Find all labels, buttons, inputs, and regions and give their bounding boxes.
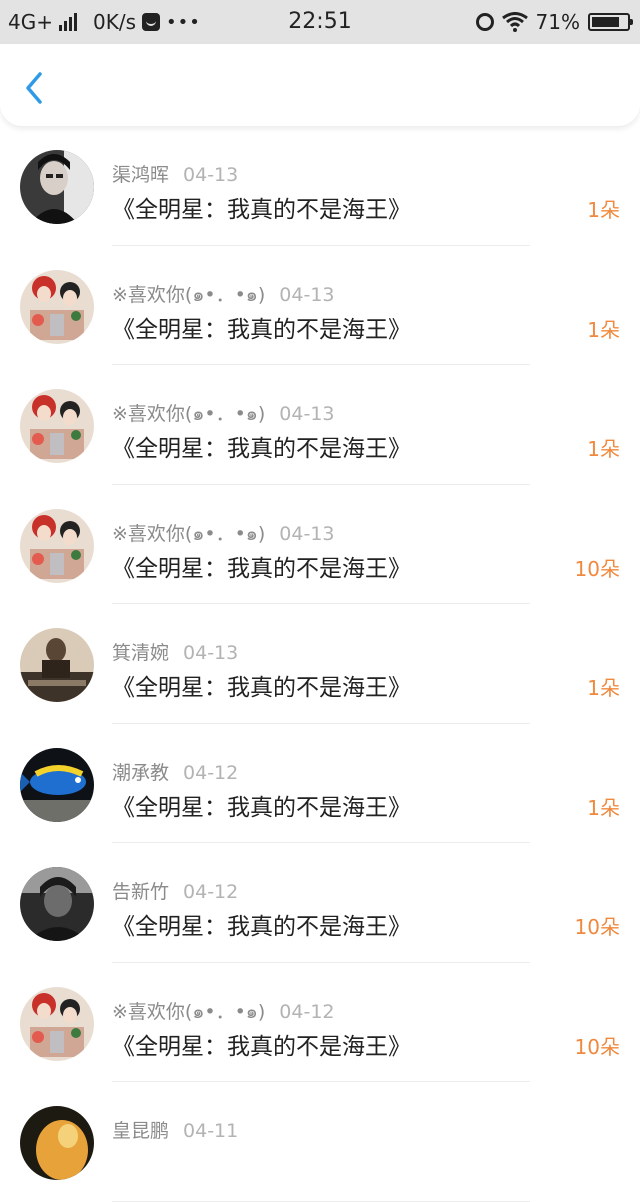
book-title: 《全明星：我真的不是海王》 <box>112 1033 411 1060</box>
name-line: ※喜欢你(๑•．•๑) 04-12 <box>112 997 335 1027</box>
status-right: 71% <box>475 10 633 34</box>
name-line: ※喜欢你(๑•．•๑) 04-13 <box>112 280 335 310</box>
user-name: 箕清婉 <box>112 642 170 664</box>
name-line: 皇昆鹏 04-11 <box>112 1116 238 1143</box>
user-name: ※喜欢你(๑•．•๑) <box>112 283 266 306</box>
flower-count: 1朵 <box>587 437 620 461</box>
list-item[interactable]: 告新竹 04-12 《全明星：我真的不是海王》 10朵 <box>0 843 640 963</box>
list-item[interactable]: 渠鸿晖 04-13 《全明星：我真的不是海王》 1朵 <box>0 126 640 246</box>
post-date: 04-13 <box>279 283 335 306</box>
post-date: 04-13 <box>183 164 239 186</box>
back-button[interactable] <box>18 68 52 108</box>
list-item[interactable]: ※喜欢你(๑•．•๑) 04-12 《全明星：我真的不是海王》 10朵 <box>0 963 640 1082</box>
chevron-left-icon <box>26 72 42 104</box>
user-name: ※喜欢你(๑•．•๑) <box>112 1000 266 1023</box>
post-date: 04-13 <box>183 642 239 664</box>
user-name: ※喜欢你(๑•．•๑) <box>112 403 266 425</box>
status-bar: 4G+ 0K/s ••• 22:51 71% <box>0 0 640 44</box>
list-item[interactable]: ※喜欢你(๑•．•๑) 04-13 《全明星：我真的不是海王》 10朵 <box>0 485 640 604</box>
user-name: ※喜欢你(๑•．•๑) <box>112 522 266 545</box>
flower-count: 1朵 <box>587 676 620 700</box>
book-title: 《全明星：我真的不是海王》 <box>112 436 411 462</box>
book-title: 《全明星：我真的不是海王》 <box>112 555 411 582</box>
avatar[interactable] <box>20 628 94 702</box>
battery-percent: 71% <box>535 10 580 34</box>
post-date: 04-12 <box>279 1000 335 1023</box>
avatar[interactable] <box>20 986 94 1061</box>
user-name: 皇昆鹏 <box>112 1120 170 1142</box>
avatar[interactable] <box>20 389 94 463</box>
name-line: ※喜欢你(๑•．•๑) 04-13 <box>112 519 335 549</box>
flower-count: 10朵 <box>574 915 620 939</box>
name-line: 告新竹 04-12 <box>112 877 238 904</box>
flower-count: 1朵 <box>587 198 620 222</box>
name-line: 渠鸿晖 04-13 <box>112 160 238 187</box>
avatar[interactable] <box>20 150 94 224</box>
avatar[interactable] <box>20 867 94 941</box>
list-item[interactable]: ※喜欢你(๑•．•๑) 04-13 《全明星：我真的不是海王》 1朵 <box>0 246 640 365</box>
post-date: 04-12 <box>183 881 239 903</box>
wifi-icon <box>501 12 528 32</box>
book-title: 《全明星：我真的不是海王》 <box>112 316 411 343</box>
book-title: 《全明星：我真的不是海王》 <box>112 914 411 940</box>
book-title: 《全明星：我真的不是海王》 <box>112 197 411 223</box>
nav-bar <box>0 44 640 126</box>
post-date: 04-13 <box>279 522 335 545</box>
user-name: 潮承教 <box>112 761 170 784</box>
list-item[interactable]: 皇昆鹏 04-11 <box>0 1082 640 1202</box>
avatar[interactable] <box>20 747 94 822</box>
divider <box>112 1200 530 1202</box>
user-name: 渠鸿晖 <box>112 164 170 186</box>
flower-count: 10朵 <box>574 1034 620 1059</box>
avatar[interactable] <box>20 1106 94 1180</box>
battery-icon <box>588 13 633 31</box>
gift-record-list: 渠鸿晖 04-13 《全明星：我真的不是海王》 1朵 ※喜欢你(๑•．•๑) 04-… <box>0 126 640 1202</box>
book-title: 《全明星：我真的不是海王》 <box>112 794 411 821</box>
avatar[interactable] <box>20 508 94 583</box>
alarm-icon <box>475 13 494 31</box>
list-item[interactable]: 箕清婉 04-13 《全明星：我真的不是海王》 1朵 <box>0 604 640 724</box>
name-line: 箕清婉 04-13 <box>112 638 238 665</box>
post-date: 04-12 <box>183 761 239 784</box>
flower-count: 10朵 <box>574 556 620 581</box>
avatar[interactable] <box>20 269 94 344</box>
flower-count: 1朵 <box>587 795 620 820</box>
name-line: ※喜欢你(๑•．•๑) 04-13 <box>112 399 335 429</box>
list-item[interactable]: ※喜欢你(๑•．•๑) 04-13 《全明星：我真的不是海王》 1朵 <box>0 365 640 485</box>
flower-count: 1朵 <box>587 317 620 342</box>
list-item[interactable]: 潮承教 04-12 《全明星：我真的不是海王》 1朵 <box>0 724 640 843</box>
book-title: 《全明星：我真的不是海王》 <box>112 675 411 701</box>
name-line: 潮承教 04-12 <box>112 758 238 785</box>
user-name: 告新竹 <box>112 881 170 903</box>
post-date: 04-11 <box>183 1120 239 1142</box>
post-date: 04-13 <box>279 403 335 425</box>
